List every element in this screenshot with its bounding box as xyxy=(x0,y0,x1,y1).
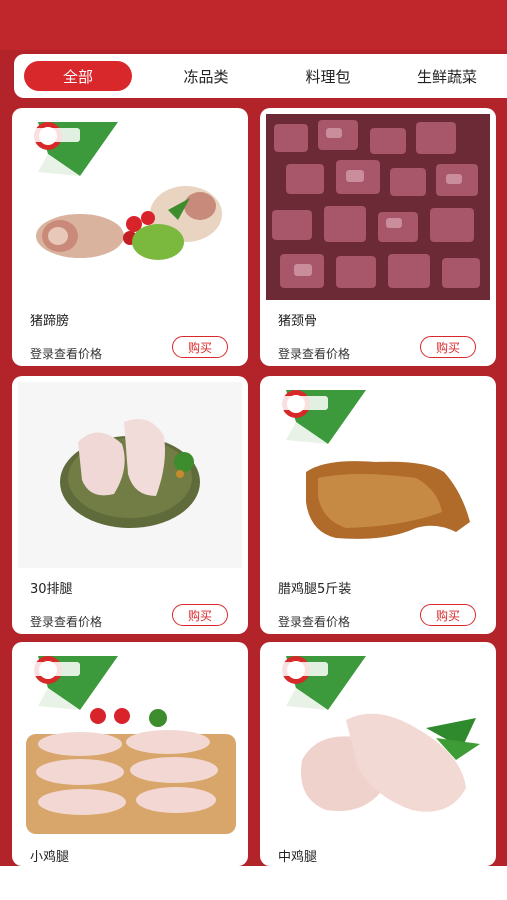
product-card[interactable]: 小鸡腿 xyxy=(12,642,248,866)
chicken-leg-plate-image xyxy=(18,382,242,568)
product-name: 30排腿 xyxy=(30,582,73,597)
tab-frozen[interactable]: 冻品类 xyxy=(156,61,256,91)
product-name: 猪蹄膀 xyxy=(30,314,70,329)
tab-fresh-vegetables[interactable]: 生鲜蔬菜 xyxy=(392,61,502,91)
buy-button[interactable]: 购买 xyxy=(420,336,476,358)
product-card[interactable]: 中鸡腿 xyxy=(260,642,496,866)
product-card[interactable]: 30排腿 登录查看价格 购买 xyxy=(12,376,248,634)
pork-neck-bone-image xyxy=(266,114,490,300)
status-bar xyxy=(0,0,507,50)
price-text: 登录查看价格 xyxy=(278,347,351,361)
bottom-bar xyxy=(0,866,507,900)
product-name: 腊鸡腿5斤装 xyxy=(278,582,352,597)
category-tabbar: 全部 冻品类 料理包 生鲜蔬菜 xyxy=(14,54,507,98)
medium-drumsticks-image xyxy=(266,648,490,840)
product-card[interactable]: 猪蹄膀 登录查看价格 购买 xyxy=(12,108,248,366)
brand-logo xyxy=(280,390,366,444)
product-card[interactable]: 腊鸡腿5斤装 登录查看价格 购买 xyxy=(260,376,496,634)
price-text: 登录查看价格 xyxy=(278,615,351,629)
buy-button[interactable]: 购买 xyxy=(420,604,476,626)
brand-logo xyxy=(32,122,118,176)
brand-logo xyxy=(32,656,118,710)
price-text: 登录查看价格 xyxy=(30,615,103,629)
small-drumsticks-image xyxy=(18,648,242,840)
tab-meal-kits[interactable]: 料理包 xyxy=(278,61,378,91)
buy-button[interactable]: 购买 xyxy=(172,604,228,626)
product-name: 小鸡腿 xyxy=(30,850,70,865)
tab-all[interactable]: 全部 xyxy=(24,61,132,91)
product-name: 中鸡腿 xyxy=(278,850,318,865)
buy-button[interactable]: 购买 xyxy=(172,336,228,358)
pork-knuckle-image xyxy=(18,114,242,300)
price-text: 登录查看价格 xyxy=(30,347,103,361)
product-name: 猪颈骨 xyxy=(278,314,318,329)
product-card[interactable]: 猪颈骨 登录查看价格 购买 xyxy=(260,108,496,366)
cured-chicken-leg-image xyxy=(266,382,490,568)
brand-logo xyxy=(280,656,366,710)
